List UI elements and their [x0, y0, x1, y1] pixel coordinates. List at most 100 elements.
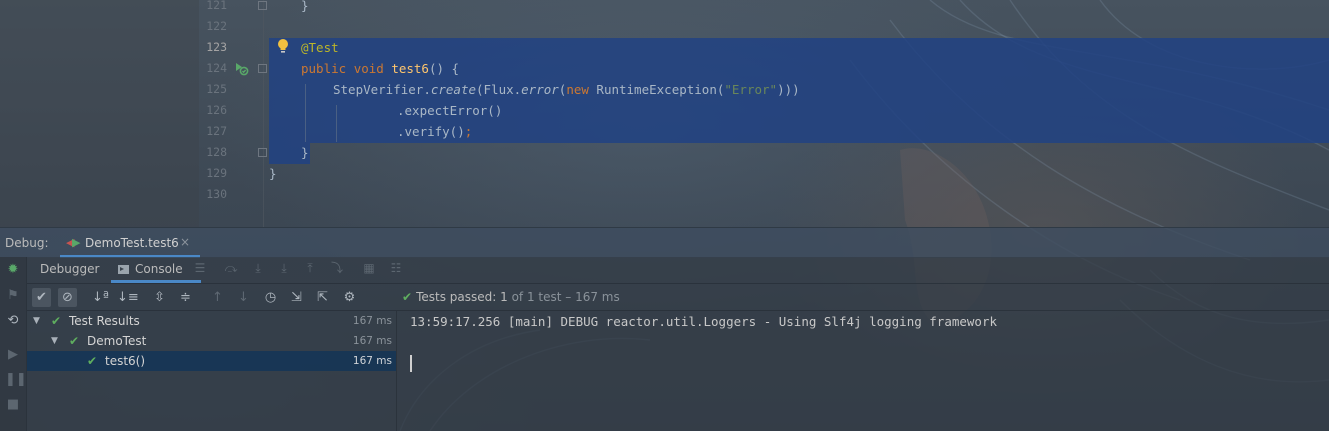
code-token: .expectError()	[397, 103, 503, 118]
code-token: }	[269, 166, 277, 181]
code-token: .	[423, 82, 431, 97]
code-token: public	[301, 61, 347, 76]
line-number: 125	[206, 82, 227, 96]
tab-console-label: Console	[135, 262, 183, 276]
code-line-124: public void test6() {	[301, 58, 459, 79]
close-icon[interactable]: ×	[180, 235, 190, 249]
code-token: test6	[391, 61, 429, 76]
import-icon[interactable]: ⇲	[287, 288, 306, 307]
line-number: 127	[206, 124, 227, 138]
passed-check-icon: ✔	[69, 334, 80, 348]
run-test-icon[interactable]	[233, 62, 249, 76]
expand-arrow-icon[interactable]: ▼	[33, 311, 40, 331]
debug-label: Debug:	[5, 236, 49, 250]
console-output[interactable]: 13:59:17.256 [main] DEBUG reactor.util.L…	[397, 311, 1329, 431]
tab-debugger[interactable]: Debugger	[40, 262, 99, 276]
next-failed-icon[interactable]: ↓	[234, 288, 253, 307]
tree-duration: 167 ms	[352, 315, 392, 327]
passed-check-icon: ✔	[51, 314, 62, 328]
step-into-icon[interactable]: ⤓	[251, 261, 265, 275]
indent-guide	[305, 84, 306, 142]
tree-duration: 167 ms	[352, 355, 392, 367]
code-token: ;	[464, 124, 473, 139]
modify-config-icon[interactable]: ⚑	[5, 288, 21, 304]
passed-check-icon: ✔	[87, 354, 98, 368]
show-passed-icon[interactable]: ✔	[32, 288, 51, 307]
trace-icon[interactable]: ☷	[389, 261, 403, 275]
line-number: 123	[206, 40, 227, 54]
code-line-125: StepVerifier.create(Flux.error(new Runti…	[333, 79, 800, 100]
debug-subtabs: Debugger Console	[27, 257, 1329, 284]
session-tab-label: DemoTest.test6	[85, 236, 179, 250]
gutter-separator	[263, 0, 264, 227]
rerun-debug-icon[interactable]: ✹	[5, 262, 21, 278]
debug-run-icon-green: ▶	[72, 236, 81, 249]
restore-layout-icon[interactable]: ⟲	[5, 313, 21, 329]
code-token: }	[301, 145, 309, 160]
code-line-121: }	[301, 0, 309, 16]
tree-label: test6()	[105, 354, 146, 368]
status-detail: of 1 test – 167 ms	[511, 290, 620, 304]
tree-duration: 167 ms	[352, 335, 392, 347]
fold-icon[interactable]	[258, 64, 267, 73]
line-number: 126	[206, 103, 227, 117]
debug-tool-window-header: Debug: ◀ ▶ DemoTest.test6 ×	[0, 227, 1329, 258]
stop-icon[interactable]: ■	[5, 397, 21, 413]
tree-label: DemoTest	[87, 334, 147, 348]
settings-icon[interactable]: ⚙	[340, 288, 359, 307]
debug-session-tab[interactable]: ◀ ▶ DemoTest.test6 ×	[60, 228, 200, 258]
intention-bulb-icon[interactable]	[276, 38, 290, 54]
code-token: error	[521, 82, 559, 97]
prev-failed-icon[interactable]: ↑	[208, 288, 227, 307]
line-number: 124	[206, 61, 227, 75]
sort-alpha-icon[interactable]: ↓ª	[91, 288, 110, 307]
passed-check-icon: ✔	[402, 290, 413, 304]
tree-row-test6[interactable]: ✔ test6() 167 ms	[27, 351, 396, 371]
force-step-into-icon[interactable]: ⤓	[277, 261, 291, 275]
status-prefix: Tests passed:	[416, 290, 497, 304]
tab-console[interactable]: Console	[118, 262, 183, 276]
history-icon[interactable]: ◷	[261, 288, 280, 307]
sort-duration-icon[interactable]: ↓≡	[117, 288, 139, 307]
code-token: (Flux.	[476, 82, 522, 97]
code-line-126: .expectError()	[397, 100, 502, 121]
evaluate-icon[interactable]: ▦	[362, 261, 376, 275]
editor-left-margin	[0, 0, 199, 227]
line-number: 122	[206, 19, 227, 33]
debug-left-toolbar: ✹ ⚑ ⟲ ▶ ❚❚ ■	[0, 257, 27, 431]
expand-all-icon[interactable]: ⇳	[150, 288, 169, 307]
line-number: 130	[206, 187, 227, 201]
resume-icon[interactable]: ▶	[5, 347, 21, 363]
test-runner-toolbar: ✔ ⊘ ↓ª ↓≡ ⇳ ≑ ↑ ↓ ◷ ⇲ ⇱ ⚙ ✔ Tests passed:…	[27, 284, 1329, 311]
code-token: .verify()	[397, 124, 465, 139]
run-to-cursor-icon[interactable]: ⤵	[330, 261, 344, 275]
pause-icon[interactable]: ❚❚	[5, 372, 27, 388]
code-line-129: }	[269, 163, 277, 184]
show-ignored-icon[interactable]: ⊘	[58, 288, 77, 307]
expand-arrow-icon[interactable]: ▼	[51, 331, 58, 351]
export-icon[interactable]: ⇱	[313, 288, 332, 307]
code-token: @Test	[301, 40, 339, 55]
step-over-icon[interactable]: ⤼	[224, 261, 238, 275]
line-number: 128	[206, 145, 227, 159]
tree-row-demotest[interactable]: ▼ ✔ DemoTest 167 ms	[27, 331, 396, 351]
fold-icon[interactable]	[258, 148, 267, 157]
tree-label: Test Results	[69, 314, 140, 328]
status-count: 1	[500, 290, 508, 304]
tree-row-test-results[interactable]: ▼ ✔ Test Results 167 ms	[27, 311, 396, 331]
code-token: () {	[428, 61, 460, 76]
console-icon	[118, 265, 129, 274]
indent-guide	[336, 105, 337, 142]
fold-icon[interactable]	[258, 1, 267, 10]
collapse-all-icon[interactable]: ≑	[176, 288, 195, 307]
test-results-tree: ▼ ✔ Test Results 167 ms ▼ ✔ DemoTest 167…	[27, 311, 396, 431]
code-line-128: }	[301, 142, 309, 163]
code-editor[interactable]: 121 122 123 124 125 126 127 128 129 130 …	[0, 0, 1329, 227]
code-token: new	[566, 82, 589, 97]
menu-icon[interactable]: ☰	[193, 261, 207, 275]
code-token: "Error"	[724, 82, 778, 97]
active-tab-underline	[111, 280, 201, 283]
code-token: StepVerifier	[333, 82, 424, 97]
step-out-icon[interactable]: ⤒	[303, 261, 317, 275]
code-line-123: @Test	[301, 37, 339, 58]
